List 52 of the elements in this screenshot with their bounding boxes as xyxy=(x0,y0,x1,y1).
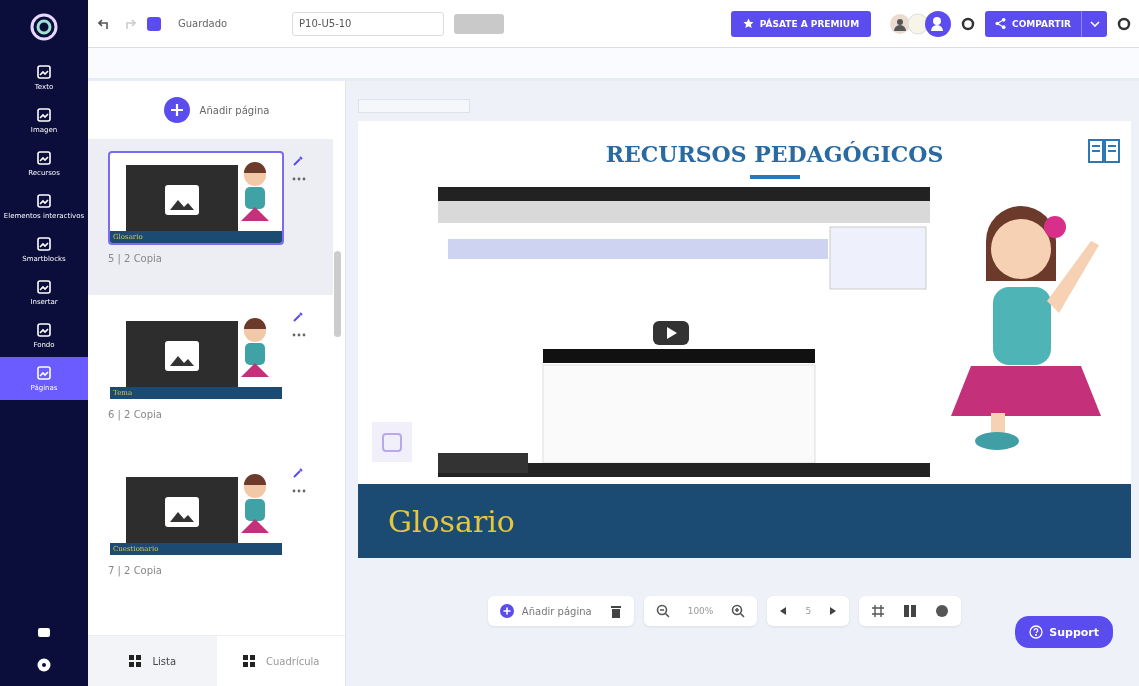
image-icon xyxy=(36,279,52,296)
previous-icon[interactable] xyxy=(779,606,788,616)
help-icon xyxy=(1029,625,1044,639)
banner-title: Glosario xyxy=(388,503,515,539)
page-name: 6 | 2 Copia xyxy=(108,409,163,420)
scrollbar[interactable] xyxy=(334,251,341,337)
trash-icon[interactable] xyxy=(609,604,622,618)
zoom-out-icon[interactable] xyxy=(655,604,670,618)
grid-icon[interactable] xyxy=(871,604,886,618)
plus-icon xyxy=(499,604,514,618)
logo-icon xyxy=(29,12,59,42)
image-icon xyxy=(36,193,52,210)
caret-icon xyxy=(1089,20,1100,27)
next-icon[interactable] xyxy=(829,606,838,616)
view-tab[interactable]: Lista xyxy=(88,636,217,686)
plus-icon xyxy=(163,97,190,123)
brush-icon[interactable] xyxy=(292,311,304,323)
image-icon xyxy=(36,150,52,167)
list-icon xyxy=(128,654,143,668)
image-icon xyxy=(36,322,52,339)
help-icon[interactable] xyxy=(37,658,51,672)
star-icon xyxy=(742,18,754,29)
slide-title: RECURSOS PEDAGÓGICOS xyxy=(605,141,944,167)
image-icon xyxy=(36,365,52,382)
image-icon xyxy=(36,236,52,253)
brush-icon[interactable] xyxy=(292,467,304,479)
more-icon[interactable] xyxy=(292,177,306,181)
calendar-icon xyxy=(372,422,412,462)
save-status: Guardado xyxy=(178,18,228,29)
premium-button[interactable]: PÁSATE A PREMIUM xyxy=(730,10,872,37)
preview-icon[interactable] xyxy=(961,16,976,31)
page-name: 5 | 2 Copia xyxy=(108,253,163,264)
more-icon[interactable] xyxy=(292,489,306,493)
share-button[interactable]: COMPARTIR xyxy=(985,10,1081,37)
share-dropdown[interactable] xyxy=(1081,10,1107,37)
user-add-icon[interactable] xyxy=(925,10,952,37)
add-page-button[interactable]: Añadir página xyxy=(157,96,276,124)
settings-icon[interactable] xyxy=(1117,16,1131,31)
share-icon xyxy=(995,18,1007,29)
support-button[interactable]: Support xyxy=(1015,616,1113,648)
zoom-in-icon[interactable] xyxy=(731,604,746,618)
page-name: 7 | 2 Copia xyxy=(108,565,163,576)
save-icon[interactable] xyxy=(146,15,162,32)
more-icon[interactable] xyxy=(292,333,306,337)
image-icon xyxy=(36,64,52,80)
layout-icon[interactable] xyxy=(903,604,918,618)
page-number: 5 xyxy=(805,606,812,616)
image-icon xyxy=(36,107,52,124)
zoom-level: 100% xyxy=(687,606,714,616)
grid-icon xyxy=(242,654,257,668)
brush-icon[interactable] xyxy=(292,155,304,167)
title-field[interactable]: P10-U5-10 xyxy=(292,11,445,36)
